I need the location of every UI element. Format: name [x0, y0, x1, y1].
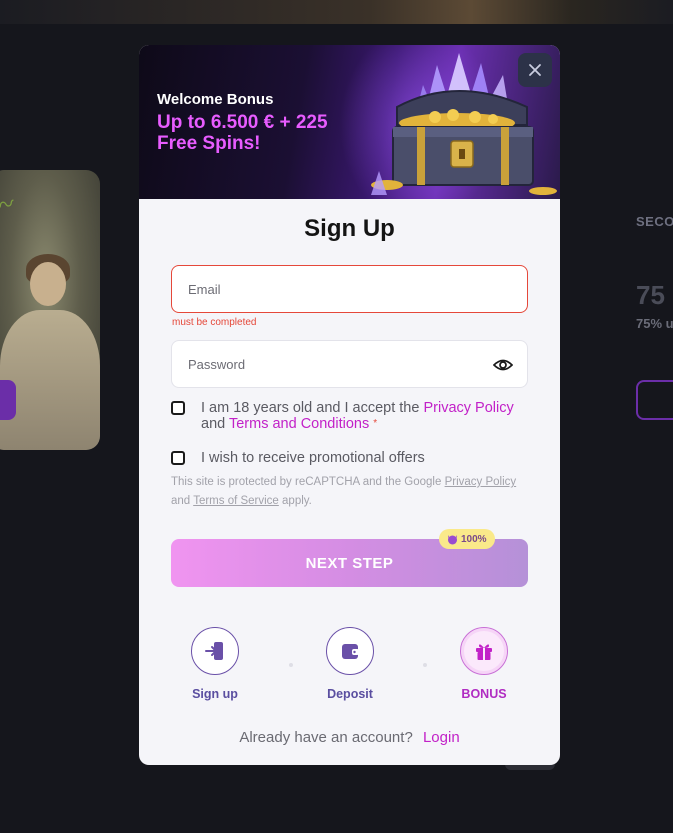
background-game-card[interactable]: 〰	[0, 170, 100, 450]
step-bonus-circle	[460, 627, 508, 675]
age-terms-and: and	[201, 416, 229, 432]
step-connector-dot	[423, 663, 427, 667]
password-field-container	[171, 340, 528, 388]
login-prompt-text: Already have an account?	[239, 729, 413, 746]
progress-badge: 100%	[439, 529, 495, 549]
step-sign-up[interactable]: Sign up	[165, 627, 265, 701]
background-bonus-desc: 75% u	[636, 316, 673, 331]
age-terms-label: I am 18 years old and I accept the Priva…	[201, 400, 521, 432]
devil-emoji-icon	[448, 534, 457, 544]
welcome-bonus-banner: Welcome Bonus Up to 6.500 € + 225 Free S…	[139, 45, 560, 199]
eye-icon[interactable]	[493, 356, 513, 374]
wallet-icon	[342, 644, 359, 659]
login-prompt: Already have an account? Login	[139, 729, 560, 746]
terms-conditions-link[interactable]: Terms and Conditions	[229, 416, 369, 432]
card-portrait-dress	[0, 310, 100, 450]
recaptcha-and: and	[171, 495, 194, 507]
banner-title: Welcome Bonus	[157, 91, 274, 108]
step-bonus[interactable]: BONUS	[434, 627, 534, 701]
promo-offers-label: I wish to receive promotional offers	[201, 450, 425, 466]
banner-subtitle: Up to 6.500 € + 225 Free Spins!	[157, 112, 328, 154]
login-link[interactable]: Login	[423, 729, 460, 746]
email-field[interactable]	[172, 266, 527, 312]
email-field-container	[171, 265, 528, 313]
step-deposit-label: Deposit	[327, 687, 373, 701]
google-privacy-link[interactable]: Privacy Policy	[445, 476, 517, 488]
email-error-message: must be completed	[172, 317, 257, 328]
required-marker: *	[373, 418, 378, 429]
step-sign-up-label: Sign up	[192, 687, 238, 701]
background-header-image	[0, 0, 673, 24]
recaptcha-notice: This site is protected by reCAPTCHA and …	[171, 473, 531, 511]
step-connector-dot	[289, 663, 293, 667]
age-terms-checkbox[interactable]	[171, 401, 185, 415]
signup-modal: Welcome Bonus Up to 6.500 € + 225 Free S…	[139, 45, 560, 765]
step-bonus-label: BONUS	[461, 687, 507, 701]
google-terms-link[interactable]: Terms of Service	[193, 495, 279, 507]
card-portrait-face	[30, 262, 66, 306]
card-play-button[interactable]	[0, 380, 16, 420]
step-deposit-circle	[326, 627, 374, 675]
age-terms-text: I am 18 years old and I accept the	[201, 400, 424, 416]
background-section-heading: SECO	[636, 214, 673, 229]
card-art-scribble: 〰	[0, 191, 17, 221]
step-deposit[interactable]: Deposit	[300, 627, 400, 701]
gift-icon	[476, 644, 492, 660]
signin-icon	[205, 642, 223, 660]
background-outline-button[interactable]	[636, 380, 673, 420]
recaptcha-suffix: apply.	[278, 495, 312, 507]
close-button[interactable]	[518, 53, 552, 87]
password-field[interactable]	[172, 341, 527, 387]
progress-badge-value: 100%	[461, 533, 487, 545]
promo-offers-checkbox[interactable]	[171, 451, 185, 465]
recaptcha-prefix: This site is protected by reCAPTCHA and …	[171, 476, 445, 488]
step-sign-up-circle	[191, 627, 239, 675]
close-icon	[529, 64, 541, 76]
privacy-policy-link[interactable]: Privacy Policy	[423, 400, 513, 416]
background-bonus-value: 75	[636, 280, 665, 310]
form-title: Sign Up	[304, 215, 395, 242]
